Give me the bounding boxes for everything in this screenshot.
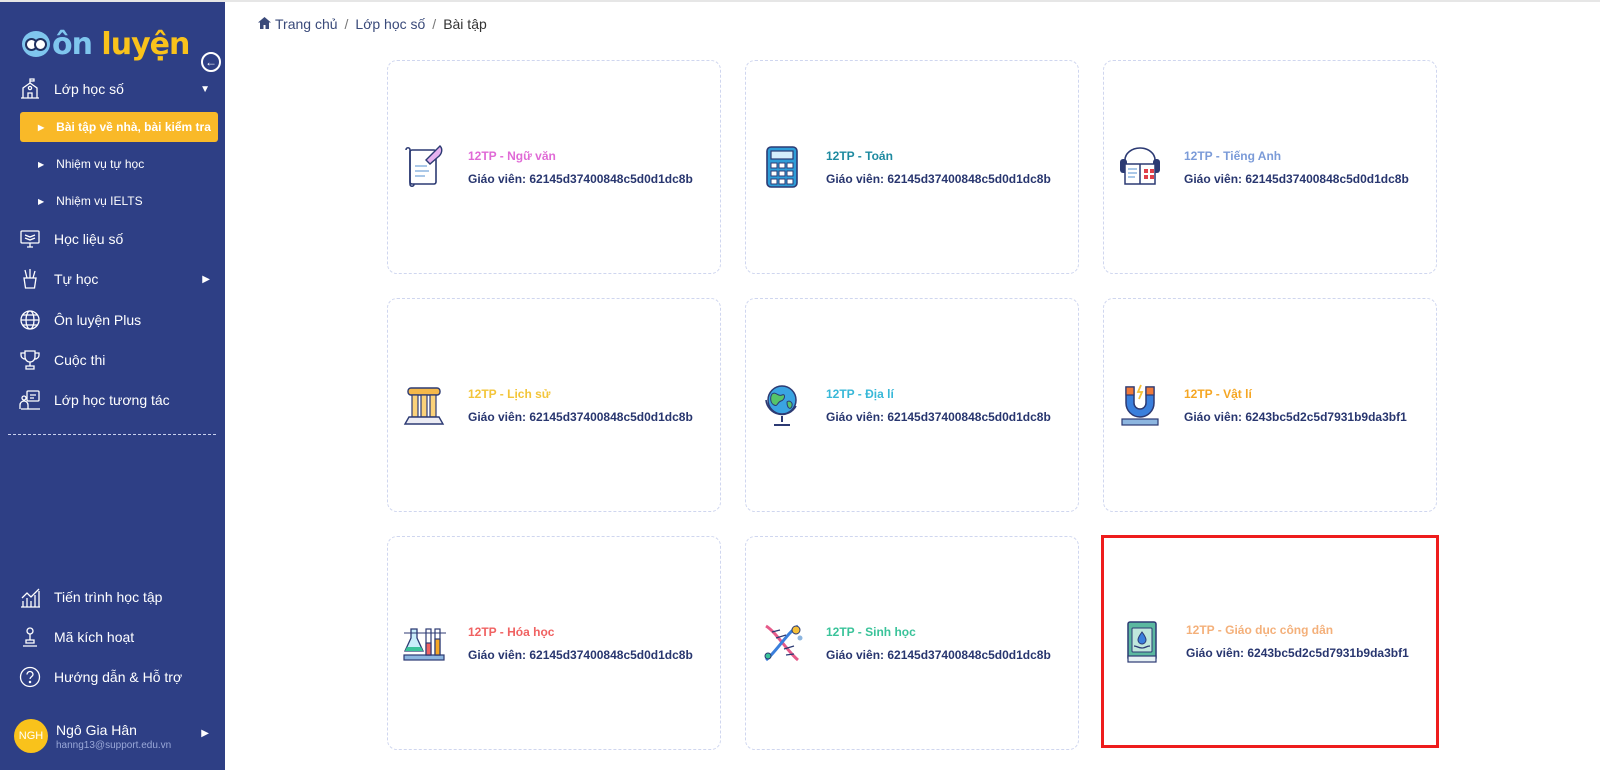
owl-logo-icon	[22, 31, 50, 57]
calculator-icon	[758, 143, 806, 191]
course-teacher: Giáo viên: 62145d37400848c5d0d1dc8b	[468, 171, 693, 186]
breadcrumb-lop-hoc-so[interactable]: Lớp học số	[355, 16, 425, 32]
column-pillar-icon	[400, 381, 448, 429]
user-profile[interactable]: NGH Ngô Gia Hân hanng13@support.edu.vn ▶	[14, 718, 219, 754]
avatar: NGH	[14, 719, 48, 753]
user-email: hanng13@support.edu.vn	[56, 739, 172, 751]
course-title: 12TP - Vật lí	[1184, 386, 1252, 401]
course-card-toan[interactable]: 12TP - Toán Giáo viên: 62145d37400848c5d…	[745, 60, 1079, 274]
sub-nhiem-vu-ielts[interactable]: ▶ Nhiệm vụ IELTS	[20, 186, 218, 216]
chevron-down-icon: ▼	[200, 83, 210, 95]
course-card-dia-li[interactable]: 12TP - Địa lí Giáo viên: 62145d37400848c…	[745, 298, 1079, 512]
nav-tien-trinh-hoc-tap[interactable]: Tiến trình học tập	[18, 582, 218, 612]
globe-icon	[18, 308, 42, 332]
course-title: 12TP - Địa lí	[826, 386, 894, 401]
course-title: 12TP - Tiếng Anh	[1184, 148, 1282, 163]
course-title: 12TP - Sinh học	[826, 624, 916, 639]
course-teacher: Giáo viên: 62145d37400848c5d0d1dc8b	[826, 409, 1051, 424]
course-teacher: Giáo viên: 62145d37400848c5d0d1dc8b	[826, 171, 1051, 186]
chevron-right-icon: ▶	[202, 273, 210, 285]
civic-book-icon	[1118, 618, 1166, 666]
course-teacher: Giáo viên: 6243bc5d2c5d7931b9da3bf1	[1186, 646, 1409, 660]
monitor-book-icon	[18, 227, 42, 251]
course-teacher: Giáo viên: 62145d37400848c5d0d1dc8b	[826, 647, 1051, 662]
course-card-hoa-hoc[interactable]: 12TP - Hóa học Giáo viên: 62145d37400848…	[387, 536, 721, 750]
triangle-right-icon: ▶	[38, 122, 45, 132]
nav-on-luyen-plus[interactable]: Ôn luyện Plus	[18, 305, 218, 335]
top-border	[0, 0, 1600, 2]
sub-bai-tap-ve-nha[interactable]: ▶ Bài tập về nhà, bài kiểm tra	[20, 112, 218, 142]
course-card-sinh-hoc[interactable]: 12TP - Sinh học Giáo viên: 62145d3740084…	[745, 536, 1079, 750]
nav-ma-kich-hoat[interactable]: Mã kích hoạt	[18, 622, 218, 652]
course-card-giao-duc-cong-dan[interactable]: 12TP - Giáo dục công dân Giáo viên: 6243…	[1101, 535, 1439, 748]
course-title: 12TP - Ngữ văn	[468, 148, 556, 163]
course-teacher: Giáo viên: 62145d37400848c5d0d1dc8b	[468, 647, 693, 662]
school-icon	[18, 77, 42, 101]
course-card-lich-su[interactable]: 12TP - Lịch sử Giáo viên: 62145d37400848…	[387, 298, 721, 512]
nav-huong-dan-ho-tro[interactable]: Hướng dẫn & Hỗ trợ	[18, 662, 218, 692]
course-teacher: Giáo viên: 62145d37400848c5d0d1dc8b	[1184, 171, 1409, 186]
pencil-cup-icon	[18, 267, 42, 291]
triangle-right-icon: ▶	[38, 159, 45, 169]
trophy-icon	[18, 348, 42, 372]
nav-tu-hoc[interactable]: Tự học ▶	[18, 264, 218, 294]
user-name: Ngô Gia Hân	[56, 721, 137, 738]
chevron-right-icon: ▶	[201, 728, 209, 739]
sidebar: ôn luyện ← Lớp học số ▼ ▶ Bài tập về nhà…	[0, 2, 225, 770]
collapse-sidebar-icon[interactable]: ←	[201, 52, 221, 72]
course-teacher: Giáo viên: 6243bc5d2c5d7931b9da3bf1	[1184, 409, 1407, 424]
nav-hoc-lieu-so[interactable]: Học liệu số	[18, 224, 218, 254]
nav-lop-hoc-tuong-tac[interactable]: Lớp học tương tác	[18, 385, 218, 415]
breadcrumb-current: Bài tập	[443, 16, 487, 32]
course-title: 12TP - Lịch sử	[468, 386, 551, 401]
logo[interactable]: ôn luyện	[22, 24, 190, 64]
interactive-class-icon	[18, 388, 42, 412]
breadcrumb: Trang chủ / Lớp học số / Bài tập	[258, 16, 487, 32]
globe-icon	[758, 381, 806, 429]
sub-nhiem-vu-tu-hoc[interactable]: ▶ Nhiệm vụ tự học	[20, 149, 218, 179]
course-title: 12TP - Giáo dục công dân	[1186, 623, 1334, 637]
triangle-right-icon: ▶	[38, 196, 45, 206]
course-title: 12TP - Hóa học	[468, 624, 555, 639]
magnet-icon	[1116, 381, 1164, 429]
course-card-ngu-van[interactable]: 12TP - Ngữ văn Giáo viên: 62145d37400848…	[387, 60, 721, 274]
course-card-vat-li[interactable]: 12TP - Vật lí Giáo viên: 6243bc5d2c5d793…	[1103, 298, 1437, 512]
dna-icon	[758, 619, 806, 667]
course-title: 12TP - Toán	[826, 148, 893, 163]
breadcrumb-home[interactable]: Trang chủ	[275, 16, 338, 32]
sidebar-divider	[8, 434, 216, 435]
activation-key-icon	[18, 625, 42, 649]
course-teacher: Giáo viên: 62145d37400848c5d0d1dc8b	[468, 409, 693, 424]
nav-cuoc-thi[interactable]: Cuộc thi	[18, 345, 218, 375]
home-icon	[258, 16, 271, 32]
scroll-quill-icon	[400, 143, 448, 191]
english-book-icon	[1116, 143, 1164, 191]
nav-lop-hoc-so[interactable]: Lớp học số ▼	[18, 74, 218, 104]
progress-chart-icon	[18, 585, 42, 609]
course-card-tieng-anh[interactable]: 12TP - Tiếng Anh Giáo viên: 62145d374008…	[1103, 60, 1437, 274]
help-icon	[18, 665, 42, 689]
flask-icon	[400, 619, 448, 667]
